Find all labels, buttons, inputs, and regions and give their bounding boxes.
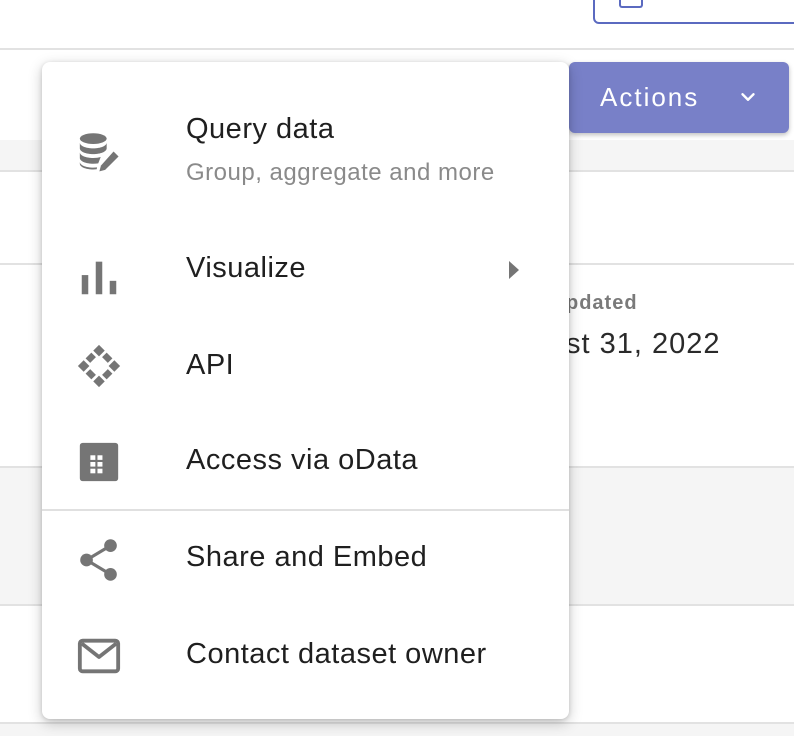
menu-item-label: Visualize: [186, 252, 307, 284]
share-icon: [80, 539, 117, 581]
updated-date: st 31, 2022: [566, 328, 721, 360]
chevron-down-icon: [741, 93, 755, 101]
menu-item-api[interactable]: API: [42, 329, 569, 426]
page: pdated st 31, 2022 Actions Query data Gr…: [0, 0, 794, 736]
actions-menu: Query data Group, aggregate and more Vis…: [42, 62, 569, 719]
api-icon: [77, 344, 121, 388]
menu-item-sublabel: Group, aggregate and more: [186, 159, 495, 186]
menu-item-label: Share and Embed: [186, 541, 428, 573]
menu-item-share-embed[interactable]: Share and Embed: [42, 511, 569, 608]
actions-button[interactable]: Actions: [569, 62, 789, 133]
mail-icon: [77, 638, 121, 674]
menu-item-label: Access via oData: [186, 444, 419, 476]
actions-button-label: Actions: [600, 82, 700, 112]
background-band: [0, 724, 794, 736]
table-icon: [79, 442, 119, 482]
menu-item-visualize[interactable]: Visualize: [42, 232, 569, 329]
menu-item-label: API: [186, 349, 235, 381]
top-outline-button[interactable]: [593, 0, 794, 24]
menu-item-odata[interactable]: Access via oData: [42, 426, 569, 509]
database-edit-icon: [79, 133, 119, 172]
menu-item-label: Contact dataset owner: [186, 638, 487, 670]
menu-item-query-data[interactable]: Query data Group, aggregate and more: [42, 82, 569, 232]
menu-item-label: Query data: [186, 113, 335, 145]
header-divider: [0, 48, 794, 50]
bar-chart-icon: [81, 261, 117, 295]
caret-right-icon: [509, 261, 519, 279]
menu-item-contact-owner[interactable]: Contact dataset owner: [42, 608, 569, 708]
updated-label: pdated: [566, 292, 638, 314]
calendar-icon: [619, 0, 643, 8]
